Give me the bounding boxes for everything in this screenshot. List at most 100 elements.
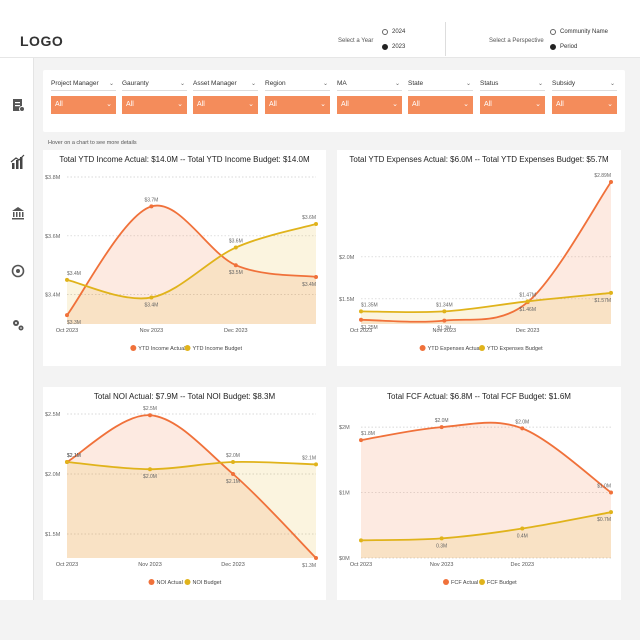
legend-label: YTD Expenses Actual xyxy=(428,346,481,352)
logo: LOGO xyxy=(20,33,64,49)
data-label: $2.1M xyxy=(67,453,81,459)
data-point[interactable] xyxy=(359,538,363,543)
x-tick-label: Dec 2023 xyxy=(516,328,540,334)
x-tick-label: Oct 2023 xyxy=(350,562,372,568)
data-point[interactable] xyxy=(65,277,69,282)
income-chart: $3.8M $3.6M $3.4M Oct 2023 Nov 2023 Dec 2023 $… xyxy=(45,175,318,352)
legend-label: FCF Budget xyxy=(487,580,517,586)
data-point[interactable] xyxy=(314,274,318,279)
series-area xyxy=(67,461,316,558)
data-label: $3.4M xyxy=(67,271,81,277)
data-point[interactable] xyxy=(148,467,152,472)
data-point[interactable] xyxy=(359,309,363,314)
x-tick-label: Oct 2023 xyxy=(56,562,78,568)
perspective-selector-label: Select a Perspective xyxy=(489,38,544,44)
x-tick-label: Dec 2023 xyxy=(221,562,245,568)
filter-project-manager[interactable]: Project Manager ⌄ All ⌄ xyxy=(51,80,116,114)
x-tick-label: Nov 2023 xyxy=(138,562,162,568)
document-icon[interactable] xyxy=(11,98,25,112)
data-point[interactable] xyxy=(609,290,613,295)
chevron-down-icon: ⌄ xyxy=(108,81,114,87)
at-sign-icon[interactable] xyxy=(11,264,25,278)
filter-value[interactable]: All ⌄ xyxy=(480,96,545,114)
filter-region[interactable]: Region ⌄ All ⌄ xyxy=(265,80,330,114)
data-point[interactable] xyxy=(149,295,154,300)
year-option-2024[interactable]: 2024 xyxy=(382,29,405,35)
data-point[interactable] xyxy=(609,180,613,185)
filter-value[interactable]: All ⌄ xyxy=(122,96,187,114)
data-point[interactable] xyxy=(439,536,444,541)
filter-state[interactable]: State ⌄ All ⌄ xyxy=(408,80,473,114)
data-label: $1.0M xyxy=(597,484,611,490)
x-tick-label: Oct 2023 xyxy=(56,328,78,334)
data-point[interactable] xyxy=(314,222,318,227)
data-point[interactable] xyxy=(233,263,238,268)
y-tick-label: $1.5M xyxy=(339,297,355,303)
chart-panel-income[interactable]: Total YTD Income Actual: $14.0M -- Total… xyxy=(43,150,326,366)
gears-icon[interactable] xyxy=(11,318,25,332)
data-point[interactable] xyxy=(520,426,525,431)
data-point[interactable] xyxy=(314,556,318,560)
filter-asset-manager[interactable]: Asset Manager ⌄ All ⌄ xyxy=(193,80,258,114)
data-label: $2.0M xyxy=(226,453,240,459)
data-point[interactable] xyxy=(231,460,235,464)
data-point[interactable] xyxy=(149,204,154,209)
data-point[interactable] xyxy=(359,438,363,443)
x-tick-label: Dec 2023 xyxy=(511,562,535,568)
data-label: $2.0M xyxy=(143,474,157,480)
perspective-option-community-name[interactable]: Community Name xyxy=(550,29,608,35)
data-point[interactable] xyxy=(148,413,152,418)
data-point[interactable] xyxy=(65,460,69,464)
radio-icon xyxy=(550,44,556,50)
filter-status[interactable]: Status ⌄ All ⌄ xyxy=(480,80,545,114)
y-tick-label: $2.0M xyxy=(45,472,61,478)
chevron-down-icon: ⌄ xyxy=(463,101,469,108)
data-label: 0.3M xyxy=(436,543,447,549)
data-label: $1.34M xyxy=(436,302,453,308)
chart-panel-noi[interactable]: Total NOI Actual: $7.9M -- Total NOI Bud… xyxy=(43,387,326,600)
bar-chart-icon[interactable] xyxy=(10,154,26,170)
data-point[interactable] xyxy=(439,425,444,430)
legend-marker xyxy=(130,345,137,351)
data-point[interactable] xyxy=(442,309,447,314)
filter-value[interactable]: All ⌄ xyxy=(51,96,116,114)
chevron-down-icon: ⌄ xyxy=(320,101,326,108)
legend-label: NOI Budget xyxy=(193,580,222,586)
chevron-down-icon: ⌄ xyxy=(250,81,256,87)
chevron-down-icon: ⌄ xyxy=(394,81,400,87)
filter-value[interactable]: All ⌄ xyxy=(337,96,402,114)
data-point[interactable] xyxy=(65,313,69,318)
data-point[interactable] xyxy=(442,318,447,323)
filter-subsidy[interactable]: Subsidy ⌄ All ⌄ xyxy=(552,80,617,114)
legend-label: NOI Actual xyxy=(157,580,183,586)
filter-value[interactable]: All ⌄ xyxy=(552,96,617,114)
y-tick-label: $3.4M xyxy=(45,293,61,299)
filter-value[interactable]: All ⌄ xyxy=(265,96,330,114)
data-label: $3.6M xyxy=(302,215,316,221)
data-label: $3.4M xyxy=(144,303,158,309)
data-label: $0.7M xyxy=(597,517,611,523)
data-point[interactable] xyxy=(233,245,238,250)
data-point[interactable] xyxy=(359,317,363,322)
data-point[interactable] xyxy=(525,299,530,304)
chart-panel-expenses[interactable]: Total YTD Expenses Actual: $6.0M -- Tota… xyxy=(337,150,621,366)
noi-chart: $2.5M $2.0M $1.5M Oct 2023 Nov 2023 Dec 2023 $… xyxy=(45,406,318,586)
legend-label: YTD Expenses Budget xyxy=(487,346,543,352)
year-option-2023[interactable]: 2023 xyxy=(382,44,405,50)
bank-icon[interactable] xyxy=(11,206,25,220)
legend-marker xyxy=(479,345,485,351)
perspective-option-period[interactable]: Period xyxy=(550,44,577,50)
data-point[interactable] xyxy=(231,472,235,476)
filter-value[interactable]: All ⌄ xyxy=(408,96,473,114)
chevron-down-icon: ⌄ xyxy=(465,81,471,87)
filter-value[interactable]: All ⌄ xyxy=(193,96,258,114)
y-tick-label: $2.5M xyxy=(45,412,61,418)
data-point[interactable] xyxy=(609,510,613,515)
data-point[interactable] xyxy=(314,462,318,467)
data-point[interactable] xyxy=(609,490,613,495)
filter-gauranty[interactable]: Gauranty ⌄ All ⌄ xyxy=(122,80,187,114)
chart-panel-fcf[interactable]: Total FCF Actual: $6.8M -- Total FCF Bud… xyxy=(337,387,621,600)
data-label: $3.4M xyxy=(302,282,316,288)
data-point[interactable] xyxy=(520,526,525,531)
filter-ma[interactable]: MA ⌄ All ⌄ xyxy=(337,80,402,114)
